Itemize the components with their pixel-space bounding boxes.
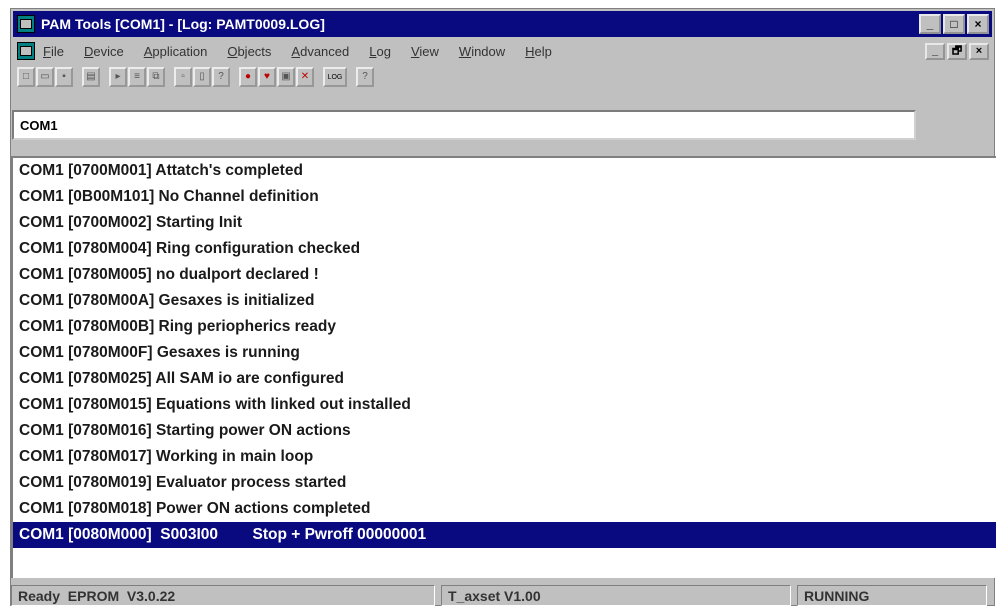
log-icon[interactable]: LOG xyxy=(323,67,347,87)
open-object-icon[interactable]: ▸ xyxy=(109,67,127,87)
log-line[interactable]: COM1 [0700M001] Attatch's completed xyxy=(13,158,996,184)
window-icon[interactable]: ▯ xyxy=(193,67,211,87)
maximize-button[interactable]: □ xyxy=(943,14,965,34)
log-line[interactable]: COM1 [0780M00B] Ring periopherics ready xyxy=(13,314,996,340)
save-disk-icon[interactable]: ▪ xyxy=(55,67,73,87)
menu-log[interactable]: Log xyxy=(369,44,391,59)
help-icon[interactable]: ? xyxy=(356,67,374,87)
stop-red-icon[interactable]: ● xyxy=(239,67,257,87)
port-field[interactable] xyxy=(14,112,914,138)
menu-bar: File Device Application Objects Advanced… xyxy=(13,39,992,63)
log-line[interactable]: COM1 [0B00M101] No Channel definition xyxy=(13,184,996,210)
log-line[interactable]: COM1 [0780M016] Starting power ON action… xyxy=(13,418,996,444)
menu-view[interactable]: View xyxy=(411,44,439,59)
menu-device[interactable]: Device xyxy=(84,44,124,59)
port-field-frame xyxy=(12,110,916,140)
status-bar: Ready EPROM V3.0.22 T_axset V1.00 RUNNIN… xyxy=(11,583,996,608)
heart-icon[interactable]: ♥ xyxy=(258,67,276,87)
menu-window[interactable]: Window xyxy=(459,44,505,59)
new-file-icon[interactable]: □ xyxy=(17,67,35,87)
camera-icon[interactable]: ▣ xyxy=(277,67,295,87)
log-line[interactable]: COM1 [0780M025] All SAM io are configure… xyxy=(13,366,996,392)
disconnect-icon[interactable]: ✕ xyxy=(296,67,314,87)
title-bar[interactable]: PAM Tools [COM1] - [Log: PAMT0009.LOG] _… xyxy=(13,11,992,37)
close-button[interactable]: × xyxy=(967,14,989,34)
minimize-button[interactable]: _ xyxy=(919,14,941,34)
list-icon[interactable]: ≡ xyxy=(128,67,146,87)
status-running: RUNNING xyxy=(797,585,987,606)
print-icon[interactable]: ▤ xyxy=(82,67,100,87)
document-icon[interactable] xyxy=(17,42,35,60)
app-icon[interactable] xyxy=(17,15,35,33)
toolbar: □ ▭ ▪ ▤ ▸ ≡ ⧉ ▫ ▯ ? ● ♥ ▣ ✕ LOG ? xyxy=(17,65,990,89)
menu-objects[interactable]: Objects xyxy=(227,44,271,59)
log-line[interactable]: COM1 [0780M019] Evaluator process starte… xyxy=(13,470,996,496)
context-help-icon[interactable]: ? xyxy=(212,67,230,87)
log-line[interactable]: COM1 [0780M015] Equations with linked ou… xyxy=(13,392,996,418)
log-line[interactable]: COM1 [0780M00F] Gesaxes is running xyxy=(13,340,996,366)
log-view[interactable]: COM1 [0700M001] Attatch's completed COM1… xyxy=(11,156,996,578)
status-axset: T_axset V1.00 xyxy=(441,585,791,606)
compare-icon[interactable]: ⧉ xyxy=(147,67,165,87)
log-line[interactable]: COM1 [0780M004] Ring configuration check… xyxy=(13,236,996,262)
menu-help[interactable]: Help xyxy=(525,44,552,59)
window-title: PAM Tools [COM1] - [Log: PAMT0009.LOG] xyxy=(41,16,325,32)
menu-application[interactable]: Application xyxy=(144,44,208,59)
log-line[interactable]: COM1 [0700M002] Starting Init xyxy=(13,210,996,236)
log-line[interactable]: COM1 [0780M017] Working in main loop xyxy=(13,444,996,470)
menu-file[interactable]: File xyxy=(43,44,64,59)
doc-restore-button[interactable]: 🗗 xyxy=(947,42,967,60)
doc-minimize-button[interactable]: _ xyxy=(925,42,945,60)
log-line-selected[interactable]: COM1 [0080M000] S003I00 Stop + Pwroff 00… xyxy=(13,522,996,548)
doc-close-button[interactable]: × xyxy=(969,42,989,60)
log-line[interactable]: COM1 [0780M00A] Gesaxes is initialized xyxy=(13,288,996,314)
open-folder-icon[interactable]: ▭ xyxy=(36,67,54,87)
log-line[interactable]: COM1 [0780M018] Power ON actions complet… xyxy=(13,496,996,522)
menu-advanced[interactable]: Advanced xyxy=(291,44,349,59)
status-ready: Ready EPROM V3.0.22 xyxy=(11,585,435,606)
log-line[interactable]: COM1 [0780M005] no dualport declared ! xyxy=(13,262,996,288)
copy-icon[interactable]: ▫ xyxy=(174,67,192,87)
